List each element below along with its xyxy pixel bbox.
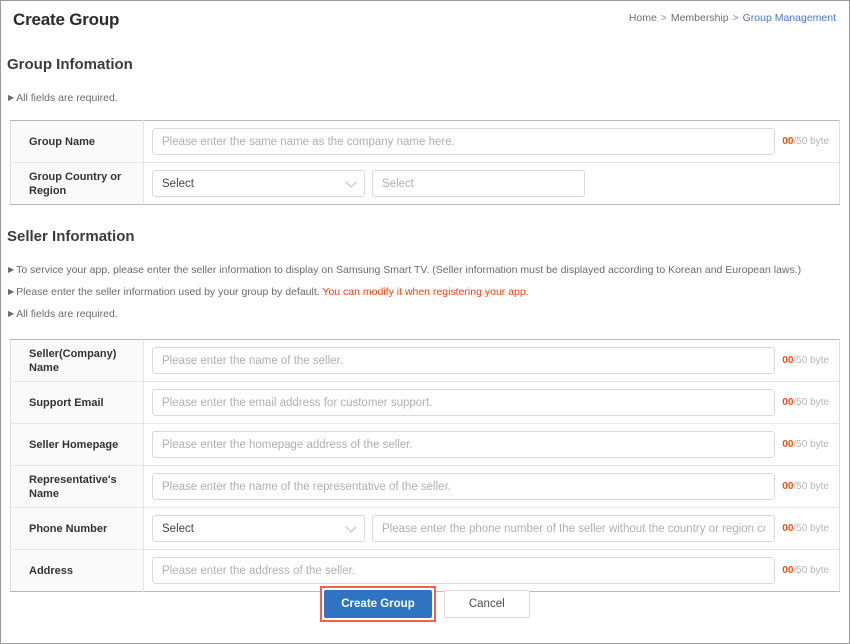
- table-row: Support Email 00/50 byte: [11, 382, 840, 424]
- seller-note-2-text: Please enter the seller information used…: [16, 286, 322, 298]
- support-email-input[interactable]: [152, 389, 775, 416]
- seller-note-2-accent: You can modify it when registering your …: [322, 286, 528, 298]
- create-group-highlight: Create Group: [320, 586, 436, 622]
- row-field-phone-number: Select 00/50 byte: [144, 508, 840, 550]
- page-frame: Create Group Home > Membership > Group M…: [0, 0, 850, 644]
- group-required-note-text: All fields are required.: [16, 92, 118, 104]
- group-information-table: Group Name 00/50 byte Group Country or R…: [10, 120, 840, 205]
- row-label-phone-number: Phone Number: [11, 508, 144, 550]
- seller-company-name-byte-counter: 00/50 byte: [782, 355, 831, 366]
- phone-country-select-wrap: Select: [152, 515, 365, 542]
- table-row: Seller(Company) Name 00/50 byte: [11, 340, 840, 382]
- row-label-group-country-or-region: Group Country or Region: [11, 163, 144, 205]
- table-row: Representative's Name 00/50 byte: [11, 466, 840, 508]
- seller-note-2: ▶Please enter the seller information use…: [1, 285, 849, 300]
- create-group-button[interactable]: Create Group: [324, 590, 432, 618]
- row-field-group-name: 00/50 byte: [144, 121, 840, 163]
- page-header: Create Group Home > Membership > Group M…: [1, 1, 849, 41]
- row-label-seller-company-name: Seller(Company) Name: [11, 340, 144, 382]
- table-row: Group Name 00/50 byte: [11, 121, 840, 163]
- group-country-select-wrap: Select: [152, 170, 365, 197]
- representatives-name-byte-counter: 00/50 byte: [782, 481, 831, 492]
- group-name-input[interactable]: [152, 128, 775, 155]
- group-information-heading: Group Infomation: [1, 55, 849, 75]
- seller-company-name-input[interactable]: [152, 347, 775, 374]
- seller-note-3: ▶All fields are required.: [1, 307, 849, 322]
- representatives-name-input[interactable]: [152, 473, 775, 500]
- seller-information-table: Seller(Company) Name 00/50 byte Support …: [10, 339, 840, 592]
- group-country-select[interactable]: Select: [152, 170, 365, 197]
- row-field-seller-company-name: 00/50 byte: [144, 340, 840, 382]
- row-field-seller-homepage: 00/50 byte: [144, 424, 840, 466]
- row-field-support-email: 00/50 byte: [144, 382, 840, 424]
- table-row: Phone Number Select 00/50 byte: [11, 508, 840, 550]
- group-required-note: ▶All fields are required.: [1, 91, 849, 106]
- group-region-input[interactable]: [372, 170, 585, 197]
- table-row: Group Country or Region Select: [11, 163, 840, 205]
- bullet-triangle-icon: ▶: [8, 285, 14, 299]
- cancel-button[interactable]: Cancel: [444, 590, 530, 618]
- seller-homepage-input[interactable]: [152, 431, 775, 458]
- breadcrumb-separator: >: [660, 12, 668, 24]
- seller-note-3-text: All fields are required.: [16, 308, 118, 320]
- address-input[interactable]: [152, 557, 775, 584]
- breadcrumb-item-membership[interactable]: Membership: [671, 12, 729, 24]
- row-label-seller-homepage: Seller Homepage: [11, 424, 144, 466]
- row-label-representatives-name: Representative's Name: [11, 466, 144, 508]
- table-row: Seller Homepage 00/50 byte: [11, 424, 840, 466]
- breadcrumb-item-home[interactable]: Home: [629, 12, 657, 24]
- seller-information-heading: Seller Information: [1, 227, 849, 247]
- row-field-group-country-or-region: Select: [144, 163, 840, 205]
- seller-note-1: ▶To service your app, please enter the s…: [1, 263, 849, 278]
- seller-homepage-byte-counter: 00/50 byte: [782, 439, 831, 450]
- row-label-support-email: Support Email: [11, 382, 144, 424]
- row-field-representatives-name: 00/50 byte: [144, 466, 840, 508]
- phone-number-input[interactable]: [372, 515, 775, 542]
- support-email-byte-counter: 00/50 byte: [782, 397, 831, 408]
- row-label-group-name: Group Name: [11, 121, 144, 163]
- breadcrumb: Home > Membership > Group Management: [629, 12, 836, 24]
- phone-country-select[interactable]: Select: [152, 515, 365, 542]
- bullet-triangle-icon: ▶: [8, 91, 14, 105]
- bullet-triangle-icon: ▶: [8, 307, 14, 321]
- phone-number-byte-counter: 00/50 byte: [782, 523, 831, 534]
- breadcrumb-item-group-management[interactable]: Group Management: [743, 12, 836, 24]
- seller-note-1-text: To service your app, please enter the se…: [16, 264, 801, 276]
- bullet-triangle-icon: ▶: [8, 263, 14, 277]
- form-action-bar: Create Group Cancel: [1, 586, 849, 622]
- address-byte-counter: 00/50 byte: [782, 565, 831, 576]
- breadcrumb-separator: >: [732, 12, 740, 24]
- group-name-byte-counter: 00/50 byte: [782, 136, 831, 147]
